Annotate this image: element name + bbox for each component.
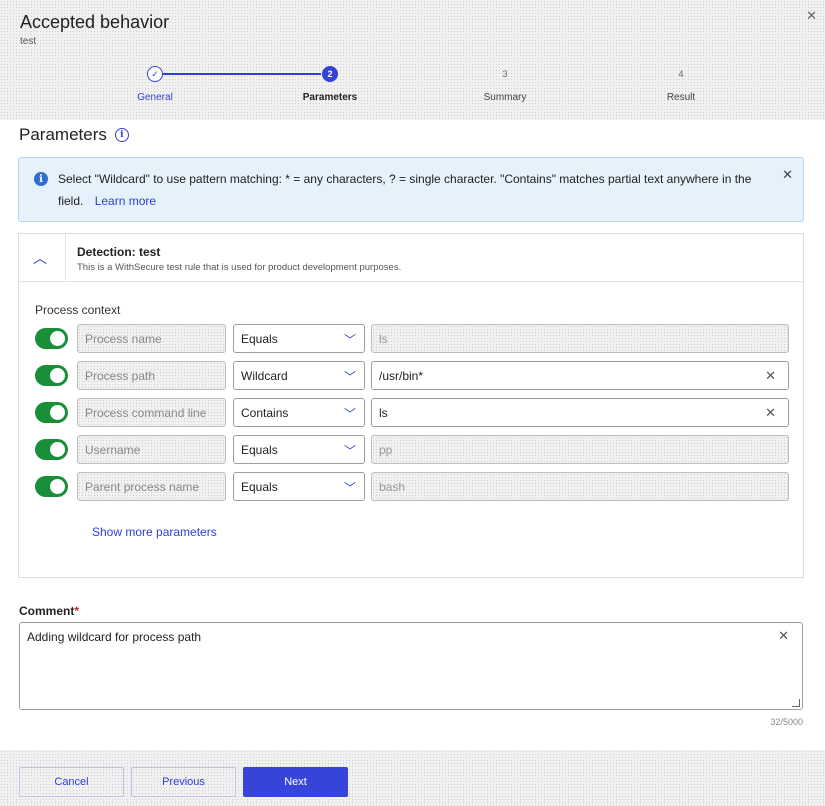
operator-value: Equals xyxy=(241,331,278,346)
comment-textarea[interactable]: Adding wildcard for process path ✕ xyxy=(19,622,803,710)
dialog-subtitle: test xyxy=(20,36,37,47)
operator-select[interactable]: Equals ﹀ xyxy=(233,435,365,464)
param-name-field: Process path xyxy=(77,361,226,390)
next-button[interactable]: Next xyxy=(243,767,348,797)
step-label-result: Result xyxy=(666,92,696,103)
param-row-parent-process-name: Parent process name Equals ﹀ bash xyxy=(35,472,789,501)
param-value-field: ls xyxy=(371,324,789,353)
operator-value: Contains xyxy=(241,405,289,420)
previous-button[interactable]: Previous xyxy=(131,767,236,797)
param-value-field: pp xyxy=(371,435,789,464)
toggle-parent-process-name[interactable] xyxy=(35,476,68,497)
operator-value: Equals xyxy=(241,442,278,457)
clear-icon[interactable]: ✕ xyxy=(765,368,776,384)
wizard-stepper: ✓ General 2 Parameters 3 Summary 4 Resul… xyxy=(0,62,825,112)
required-mark: * xyxy=(74,604,80,618)
cancel-button[interactable]: Cancel xyxy=(19,767,124,797)
stepper-progress-line xyxy=(163,73,321,75)
operator-select[interactable]: Contains ﹀ xyxy=(233,398,365,427)
param-value-text: /usr/bin* xyxy=(379,368,424,383)
character-counter: 32/5000 xyxy=(770,717,803,727)
param-value-input[interactable]: /usr/bin* ✕ xyxy=(371,361,789,390)
chevron-up-icon[interactable]: ︿ xyxy=(33,248,47,268)
chevron-down-icon: ﹀ xyxy=(343,444,356,458)
dialog-footer: Cancel Previous Next xyxy=(0,750,825,806)
operator-value: Equals xyxy=(241,479,278,494)
param-name-field: Process command line xyxy=(77,398,226,427)
toggle-process-name[interactable] xyxy=(35,328,68,349)
step-general-check-icon[interactable]: ✓ xyxy=(147,66,163,82)
detection-card: ︿ Detection: test This is a WithSecure t… xyxy=(18,233,804,578)
step-label-general[interactable]: General xyxy=(137,92,173,103)
comment-label-text: Comment xyxy=(19,604,75,618)
banner-close-icon[interactable]: ✕ xyxy=(782,167,793,183)
show-more-parameters-link[interactable]: Show more parameters xyxy=(92,525,217,539)
dialog-title: Accepted behavior xyxy=(20,12,170,32)
operator-select[interactable]: Wildcard ﹀ xyxy=(233,361,365,390)
param-row-username: Username Equals ﹀ pp xyxy=(35,435,789,464)
param-name-field: Process name xyxy=(77,324,226,353)
param-row-process-command-line: Process command line Contains ﹀ ls ✕ xyxy=(35,398,789,427)
divider xyxy=(65,234,66,282)
operator-value: Wildcard xyxy=(241,368,288,383)
info-banner: i Select "Wildcard" to use pattern match… xyxy=(18,157,804,222)
detection-description: This is a WithSecure test rule that is u… xyxy=(77,262,402,273)
banner-message: Select "Wildcard" to use pattern matchin… xyxy=(58,168,773,212)
banner-text: Select "Wildcard" to use pattern matchin… xyxy=(58,172,752,208)
section-title: Parameters i xyxy=(19,125,129,145)
clear-icon[interactable]: ✕ xyxy=(778,628,789,644)
close-icon[interactable]: ✕ xyxy=(806,8,817,24)
param-row-process-path: Process path Wildcard ﹀ /usr/bin* ✕ xyxy=(35,361,789,390)
toggle-username[interactable] xyxy=(35,439,68,460)
dialog-content: Parameters i i Select "Wildcard" to use … xyxy=(0,120,825,750)
section-title-text: Parameters xyxy=(19,125,107,144)
step-label-summary: Summary xyxy=(483,92,527,103)
toggle-process-path[interactable] xyxy=(35,365,68,386)
learn-more-link[interactable]: Learn more xyxy=(95,194,156,208)
resize-handle-icon[interactable] xyxy=(792,699,800,707)
operator-select[interactable]: Equals ﹀ xyxy=(233,472,365,501)
dialog-header: Accepted behavior test ✕ ✓ General 2 Par… xyxy=(0,0,825,120)
chevron-down-icon: ﹀ xyxy=(343,407,356,421)
step-parameters-indicator: 2 xyxy=(322,66,338,82)
info-filled-icon: i xyxy=(34,172,48,186)
param-value-text: ls xyxy=(379,405,388,420)
process-context-label: Process context xyxy=(35,303,121,317)
info-icon[interactable]: i xyxy=(114,128,129,142)
chevron-down-icon: ﹀ xyxy=(343,333,356,347)
step-label-parameters: Parameters xyxy=(302,92,358,103)
detection-title: Detection: test xyxy=(77,245,161,259)
operator-select[interactable]: Equals ﹀ xyxy=(233,324,365,353)
clear-icon[interactable]: ✕ xyxy=(765,405,776,421)
toggle-process-command-line[interactable] xyxy=(35,402,68,423)
detection-card-header: ︿ Detection: test This is a WithSecure t… xyxy=(19,234,803,282)
comment-label: Comment* xyxy=(19,604,79,618)
param-name-field: Username xyxy=(77,435,226,464)
chevron-down-icon: ﹀ xyxy=(343,481,356,495)
chevron-down-icon: ﹀ xyxy=(343,370,356,384)
param-value-field: bash xyxy=(371,472,789,501)
param-row-process-name: Process name Equals ﹀ ls xyxy=(35,324,789,353)
comment-text: Adding wildcard for process path xyxy=(27,630,202,644)
param-name-field: Parent process name xyxy=(77,472,226,501)
step-summary-indicator: 3 xyxy=(502,69,508,79)
param-value-input[interactable]: ls ✕ xyxy=(371,398,789,427)
step-result-indicator: 4 xyxy=(678,69,684,79)
